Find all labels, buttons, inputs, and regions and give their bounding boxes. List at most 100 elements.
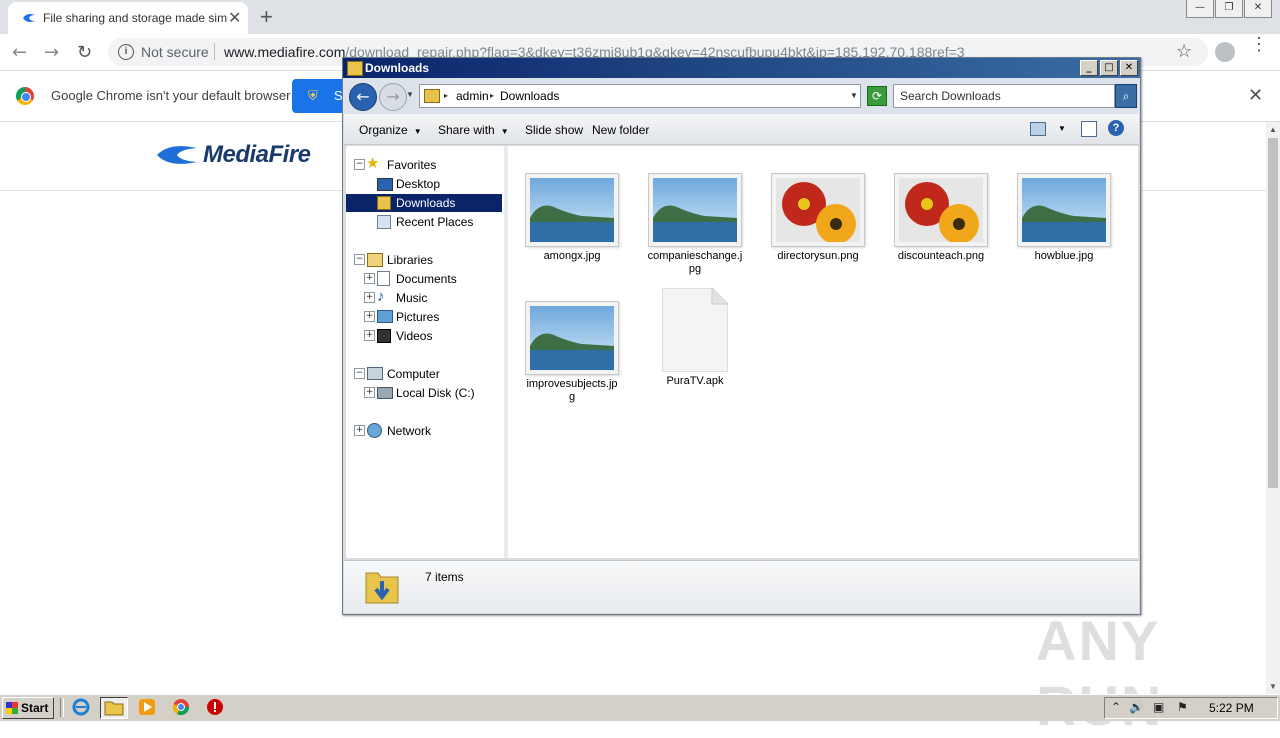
tab-close-icon[interactable]: ✕ [228,8,241,28]
tree-item-music[interactable]: + ♪ Music [364,289,504,307]
file-item[interactable]: improvesubjects.jpg [522,301,622,404]
file-item[interactable]: discounteach.png [891,173,991,263]
restore-button[interactable]: ❐ [1215,0,1243,18]
forward-icon[interactable]: → [44,42,59,63]
tree-item-documents[interactable]: + Documents [364,270,504,288]
info-icon[interactable]: i [118,44,134,60]
action-center-flag-icon[interactable]: ⚑ [1177,700,1188,714]
internet-explorer-icon[interactable] [68,697,94,717]
expand-icon[interactable]: + [364,273,375,284]
network-tray-icon[interactable]: ▣ [1153,700,1164,714]
chrome-taskbar-icon[interactable] [168,697,194,717]
expand-icon[interactable]: + [364,311,375,322]
share-with-label: Share with [438,123,495,137]
breadcrumb-arrow-icon[interactable]: ▸ [490,91,494,100]
chrome-logo-icon [16,87,34,105]
explorer-address-bar[interactable]: ▸ admin ▸ Downloads ▼ [419,84,861,108]
new-tab-button[interactable]: + [260,4,273,30]
stop-sign-icon[interactable] [202,697,228,717]
expand-icon[interactable]: + [354,425,365,436]
tree-item-libraries[interactable]: − Libraries [354,251,504,269]
breadcrumb-downloads[interactable]: Downloads [500,89,559,103]
media-player-icon[interactable] [134,697,160,717]
file-item[interactable]: companieschange.jpg [645,173,745,276]
file-name: directorysun.png [777,250,859,262]
flowers-thumbnail-icon [771,173,865,247]
explorer-close-button[interactable]: ✕ [1120,60,1138,76]
explorer-search-input[interactable]: Search Downloads [893,84,1115,108]
scroll-up-icon[interactable]: ▲ [1269,125,1277,134]
change-view-icon[interactable] [1030,122,1046,136]
file-item[interactable]: amongx.jpg [522,173,622,263]
explorer-title: Downloads [365,61,430,75]
expand-icon[interactable]: + [364,292,375,303]
landscape-thumbnail-icon [1017,173,1111,247]
explorer-details-pane: 7 items [344,560,1139,613]
explorer-maximize-button[interactable]: □ [1100,60,1118,76]
tree-item-recent-places[interactable]: Recent Places [346,213,502,231]
start-button[interactable]: Start [2,697,54,719]
browser-tab[interactable]: File sharing and storage made simple ✕ [8,2,248,34]
tree-item-favorites[interactable]: − ★ Favorites [354,156,504,174]
help-icon[interactable]: ? [1108,120,1124,136]
address-folder-icon [424,89,440,103]
mediafire-logo[interactable]: MediaFire [155,140,311,170]
refresh-button[interactable]: ⟳ [867,86,887,106]
tree-item-downloads[interactable]: Downloads [346,194,502,212]
clock[interactable]: 5:22 PM [1209,701,1254,715]
breadcrumb-arrow-icon[interactable]: ▸ [444,91,448,100]
tree-item-videos[interactable]: + Videos [364,327,504,345]
address-dropdown-icon[interactable]: ▼ [850,91,858,100]
system-tray: ⌃ 🔊 ▣ ⚑ 5:22 PM [1104,697,1278,719]
breadcrumb-admin[interactable]: admin [456,89,489,103]
slide-show-button[interactable]: Slide show [525,123,583,137]
explorer-back-button[interactable]: ← [349,83,377,111]
tree-item-computer[interactable]: − Computer [354,365,504,383]
landscape-thumbnail-icon [648,173,742,247]
scroll-thumb[interactable] [1268,138,1278,488]
tree-label: Libraries [387,253,434,267]
tree-label: Music [396,291,428,305]
recent-pages-arrow-icon[interactable]: ▼ [406,90,414,99]
file-item[interactable]: PuraTV.apk [645,287,745,388]
file-item[interactable]: howblue.jpg [1014,173,1114,263]
tree-item-local-disk[interactable]: + Local Disk (C:) [364,384,504,402]
collapse-icon[interactable]: − [354,254,365,265]
explorer-minimize-button[interactable]: _ [1080,60,1098,76]
minimize-button[interactable]: — [1186,0,1214,18]
uac-shield-icon: ⛨ [308,88,318,103]
tree-item-network[interactable]: + Network [354,422,504,440]
expand-icon[interactable]: + [364,330,375,341]
hard-disk-icon [377,387,393,399]
new-folder-button[interactable]: New folder [592,123,649,137]
tree-item-pictures[interactable]: + Pictures [364,308,504,326]
folder-icon [347,61,363,76]
show-hidden-icons-icon[interactable]: ⌃ [1111,700,1121,714]
close-window-button[interactable]: ✕ [1244,0,1272,18]
view-options-arrow-icon[interactable]: ▼ [1058,124,1066,133]
explorer-titlebar[interactable]: Downloads _ □ ✕ [343,58,1140,78]
collapse-icon[interactable]: − [354,159,365,170]
explorer-forward-button[interactable]: → [379,83,407,111]
back-icon[interactable]: ← [12,42,27,63]
reload-icon[interactable]: ↻ [77,42,92,63]
bookmark-star-icon[interactable]: ☆ [1176,41,1192,62]
chrome-menu-icon[interactable]: ⋮ [1250,35,1268,53]
infobar-close-icon[interactable]: ✕ [1248,85,1263,106]
profile-avatar-icon[interactable] [1215,42,1235,62]
search-icon[interactable]: ⌕ [1115,84,1137,108]
url-host: www.mediafire.com [224,44,346,60]
infobar-message: Google Chrome isn't your default browser [51,88,291,103]
landscape-thumbnail-icon [525,301,619,375]
collapse-icon[interactable]: − [354,368,365,379]
volume-icon[interactable]: 🔊 [1129,700,1144,714]
expand-icon[interactable]: + [364,387,375,398]
windows-logo-icon [6,702,18,714]
downloads-folder-icon [377,196,391,210]
organize-button[interactable]: Organize ▼ [359,123,422,137]
windows-explorer-icon[interactable] [100,697,128,719]
file-item[interactable]: directorysun.png [768,173,868,263]
preview-pane-icon[interactable] [1081,121,1097,137]
share-with-button[interactable]: Share with ▼ [438,123,509,137]
tree-item-desktop[interactable]: Desktop [346,175,502,193]
